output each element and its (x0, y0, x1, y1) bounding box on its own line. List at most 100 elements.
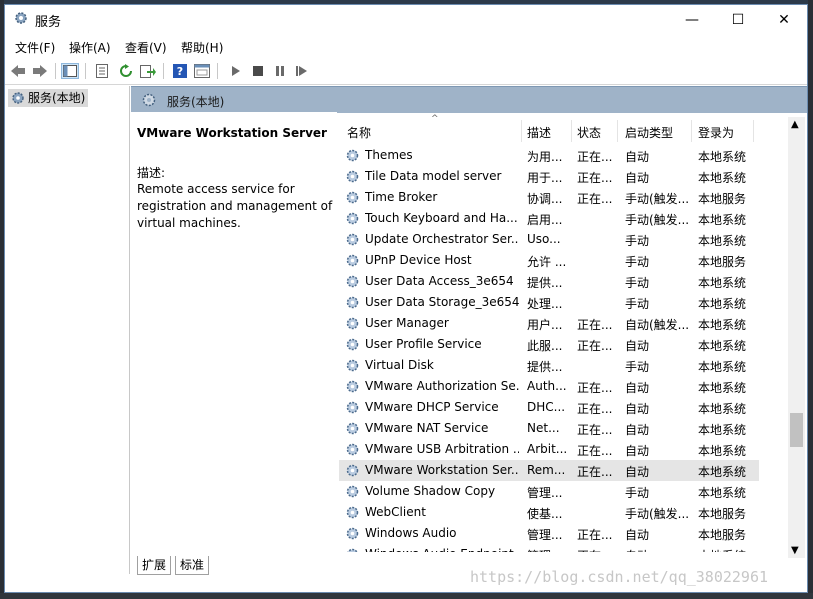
cell-desc: 提供... (527, 360, 563, 374)
column-divider[interactable] (753, 120, 754, 142)
menu-help[interactable]: 帮助(H) (181, 39, 223, 56)
cell-startup: 手动 (625, 276, 650, 290)
cell-startup: 手动 (625, 255, 650, 269)
restart-icon[interactable] (293, 63, 311, 79)
cell-name: User Manager (365, 316, 449, 330)
cell-startup: 自动 (625, 339, 650, 353)
menu-view[interactable]: 查看(V) (125, 39, 167, 56)
cell-desc: 管理... (527, 486, 563, 500)
cell-name: VMware NAT Service (365, 421, 489, 435)
show-hide-tree-icon[interactable] (61, 63, 79, 79)
service-gear-icon (346, 170, 359, 183)
close-button[interactable]: ✕ (761, 5, 807, 35)
table-row[interactable]: Touch Keyboard and Ha... 启用... 手动(触发... 本地系… (339, 208, 759, 229)
panel-header: 服务(本地) (131, 86, 807, 113)
column-divider[interactable] (571, 120, 572, 142)
table-row[interactable]: User Data Storage_3e654 处理... 手动 本地系统 (339, 292, 759, 313)
tree-item-services-local[interactable]: 服务(本地) (8, 89, 89, 107)
column-divider[interactable] (617, 120, 618, 142)
cell-desc: 协调... (527, 192, 563, 206)
cell-status: 正在... (577, 339, 613, 353)
menu-action[interactable]: 操作(A) (69, 39, 111, 56)
start-icon[interactable] (227, 63, 245, 79)
table-row[interactable]: Themes 为用... 正在... 自动 本地系统 (339, 145, 759, 166)
service-gear-icon (346, 443, 359, 456)
table-row[interactable]: Update Orchestrator Ser... Uso... 手动 本地系统 (339, 229, 759, 250)
back-icon[interactable] (9, 63, 27, 79)
gear-icon (12, 92, 24, 104)
forward-icon[interactable] (31, 63, 49, 79)
cell-desc: Arbit... (527, 442, 568, 456)
column-header-logon-as[interactable]: 登录为 (698, 124, 734, 141)
cell-name: User Data Access_3e654 (365, 274, 514, 288)
cell-startup: 手动 (625, 234, 650, 248)
table-row[interactable]: UPnP Device Host 允许 ... 手动 本地服务 (339, 250, 759, 271)
cell-logon: 本地系统 (698, 297, 747, 311)
table-row[interactable]: VMware USB Arbitration ... Arbit... 正在... 自… (339, 439, 759, 460)
view-icon[interactable] (193, 63, 211, 79)
scroll-up-icon[interactable]: ▲ (791, 119, 799, 130)
table-row[interactable]: Virtual Disk 提供... 手动 本地系统 (339, 355, 759, 376)
cell-desc: 管理... (527, 547, 569, 552)
help-icon[interactable]: ? (171, 63, 189, 79)
refresh-icon[interactable] (117, 63, 135, 79)
tab-standard[interactable]: 标准 (175, 556, 210, 575)
cell-startup: 自动 (625, 444, 650, 458)
table-row[interactable]: VMware Workstation Ser... Rem... 正在... 自动 本地… (339, 460, 759, 481)
cell-startup: 自动 (625, 402, 650, 416)
title-bar[interactable]: 服务 — ☐ ✕ (5, 5, 807, 35)
table-row[interactable]: Time Broker 协调... 正在... 手动(触发... 本地服务 (339, 187, 759, 208)
stop-icon[interactable] (249, 63, 267, 79)
table-row[interactable]: VMware DHCP Service DHC... 正在... 自动 本地系统 (339, 397, 759, 418)
column-divider[interactable] (691, 120, 692, 142)
cell-name: Volume Shadow Copy (365, 484, 496, 498)
column-header-name[interactable]: 名称 (347, 124, 371, 141)
column-header-description[interactable]: 描述 (527, 124, 551, 141)
cell-logon: 本地系统 (698, 150, 747, 164)
minimize-button[interactable]: — (669, 5, 715, 35)
service-gear-icon (346, 506, 359, 519)
column-divider[interactable] (521, 120, 522, 142)
table-row[interactable]: Volume Shadow Copy 管理... 手动 本地系统 (339, 481, 759, 502)
cell-desc: 使基... (527, 507, 563, 521)
table-row[interactable]: User Manager 用户... 正在... 自动(触发... 本地系统 (339, 313, 759, 334)
cell-status: 正在... (577, 171, 613, 185)
column-header-startup-type[interactable]: 启动类型 (625, 124, 673, 141)
cell-status: 正在... (577, 528, 613, 542)
table-row[interactable]: Windows Audio Endpoint... 管理... 正在... 自动 本地系… (339, 544, 759, 552)
cell-logon: 本地服务 (698, 255, 747, 269)
cell-startup: 自动 (625, 528, 650, 542)
cell-desc: Auth... (527, 379, 567, 393)
column-header-status[interactable]: 状态 (577, 124, 601, 141)
toolbar-separator (55, 63, 56, 79)
cell-status: 正在... (577, 318, 613, 332)
table-row[interactable]: User Data Access_3e654 提供... 手动 本地系统 (339, 271, 759, 292)
menu-file[interactable]: 文件(F) (15, 39, 55, 56)
table-row[interactable]: VMware NAT Service Net... 正在... 自动 本地系统 (339, 418, 759, 439)
cell-desc: 处理... (527, 297, 563, 311)
properties-icon[interactable] (93, 63, 111, 79)
service-gear-icon (346, 422, 359, 435)
pause-icon[interactable] (271, 63, 289, 79)
vertical-scrollbar[interactable]: ▲ ▼ (788, 117, 805, 558)
cell-name: Time Broker (365, 190, 438, 204)
cell-logon: 本地系统 (698, 234, 747, 248)
maximize-button[interactable]: ☐ (715, 5, 761, 35)
cell-startup: 手动(触发... (625, 507, 690, 521)
cell-status: 正在... (577, 150, 613, 164)
table-row[interactable]: WebClient 使基... 手动(触发... 本地服务 (339, 502, 759, 523)
cell-startup: 自动 (625, 547, 691, 552)
cell-desc: Uso... (527, 232, 561, 246)
table-row[interactable]: VMware Authorization Se... Auth... 正在... 自动… (339, 376, 759, 397)
table-row[interactable]: User Profile Service 此服... 正在... 自动 本地系统 (339, 334, 759, 355)
cell-startup: 手动(触发... (625, 213, 690, 227)
window-title: 服务 (35, 15, 62, 30)
services-window: 服务 — ☐ ✕ 文件(F) 操作(A) 查看(V) 帮助(H) ? 服务(本地… (4, 4, 808, 593)
table-row[interactable]: Windows Audio 管理... 正在... 自动 本地服务 (339, 523, 759, 544)
cell-name: User Data Storage_3e654 (365, 295, 519, 309)
table-row[interactable]: Tile Data model server 用于... 正在... 自动 本地系统 (339, 166, 759, 187)
scroll-thumb[interactable] (790, 413, 803, 447)
export-icon[interactable] (139, 63, 157, 79)
service-gear-icon (346, 485, 359, 498)
tab-extended[interactable]: 扩展 (137, 556, 172, 575)
